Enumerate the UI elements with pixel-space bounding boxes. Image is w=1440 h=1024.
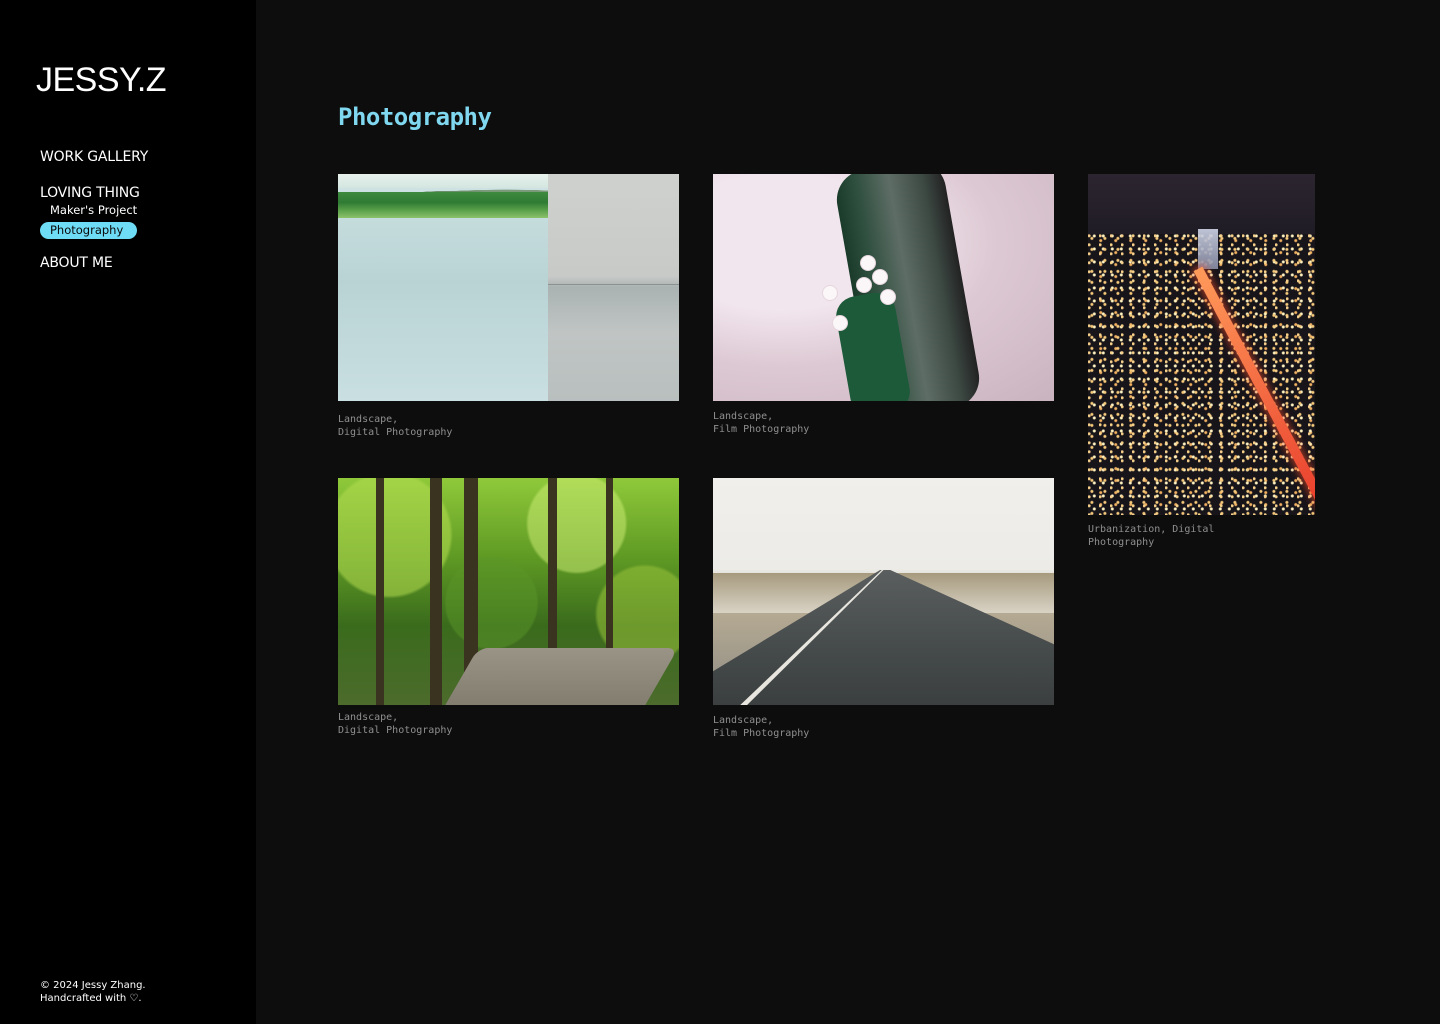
nav-loving-thing[interactable]: LOVING THING (40, 184, 140, 202)
photo-caption: Landscape, Film Photography (713, 715, 810, 739)
photo-lake-concrete[interactable] (338, 174, 679, 401)
copyright-text: © 2024 Jessy Zhang. (40, 980, 146, 991)
page-title: Photography (338, 103, 492, 131)
photo-caption: Urbanization, Digital Photography (1088, 524, 1215, 548)
nav-sub-makers-project[interactable]: Maker's Project (50, 202, 137, 218)
gallery-card-forest[interactable]: Landscape, Digital Photography (338, 478, 679, 737)
sidebar: JESSY.Z WORK GALLERY LOVING THING Maker'… (0, 0, 256, 1024)
photo-forest[interactable] (338, 478, 679, 705)
photo-tree-blossom[interactable] (713, 174, 1054, 401)
photo-city-night[interactable] (1088, 174, 1315, 515)
photo-caption: Landscape, Digital Photography (338, 414, 453, 438)
gallery-card-city-night[interactable]: Urbanization, Digital Photography (1088, 174, 1315, 549)
nav-work-gallery[interactable]: WORK GALLERY (40, 148, 148, 166)
gallery-card-lake-concrete[interactable]: Landscape, Digital Photography (338, 174, 679, 439)
photo-road[interactable] (713, 478, 1054, 705)
nav-sub-photography-active[interactable]: Photography (40, 222, 137, 239)
photo-caption: Landscape, Digital Photography (338, 712, 453, 736)
gallery-card-road[interactable]: Landscape, Film Photography (713, 478, 1054, 740)
handcrafted-text: Handcrafted with ♡. (40, 992, 142, 1004)
photo-caption: Landscape, Film Photography (713, 411, 810, 435)
nav-about-me[interactable]: ABOUT ME (40, 254, 113, 272)
gallery-card-tree-blossom[interactable]: Landscape, Film Photography (713, 174, 1054, 436)
site-logo[interactable]: JESSY.Z (36, 60, 167, 100)
sidebar-footer: © 2024 Jessy Zhang. Handcrafted with ♡. (40, 980, 146, 1005)
